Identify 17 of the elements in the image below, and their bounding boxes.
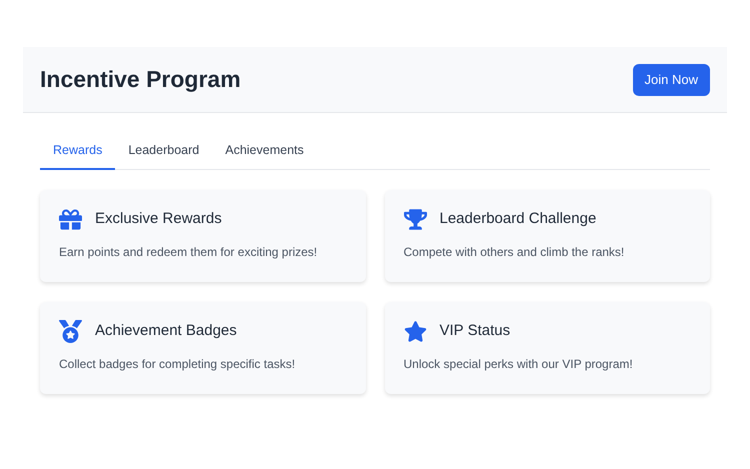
card-title: Exclusive Rewards: [95, 209, 222, 229]
card-description: Unlock special perks with our VIP program!: [404, 356, 634, 373]
card-description: Compete with others and climb the ranks!: [404, 244, 626, 261]
tab[interactable]: Rewards: [40, 133, 116, 170]
join-now-button[interactable]: Join Now: [632, 64, 710, 96]
star-icon: [404, 320, 426, 343]
medal-icon: [59, 320, 82, 343]
gift-icon: [59, 208, 82, 231]
card-title: Achievement Badges: [95, 321, 237, 341]
page-title: Incentive Program: [40, 65, 241, 94]
card-title: Leaderboard Challenge: [440, 209, 596, 229]
tab[interactable]: Achievements: [212, 133, 317, 170]
trophy-icon: [404, 208, 426, 231]
card-description: Earn points and redeem them for exciting prizes!: [59, 244, 318, 261]
card-title: VIP Status: [440, 321, 510, 341]
card-description: Collect badges for completing specific tasks!: [59, 356, 296, 373]
tab[interactable]: Leaderboard: [115, 133, 212, 170]
